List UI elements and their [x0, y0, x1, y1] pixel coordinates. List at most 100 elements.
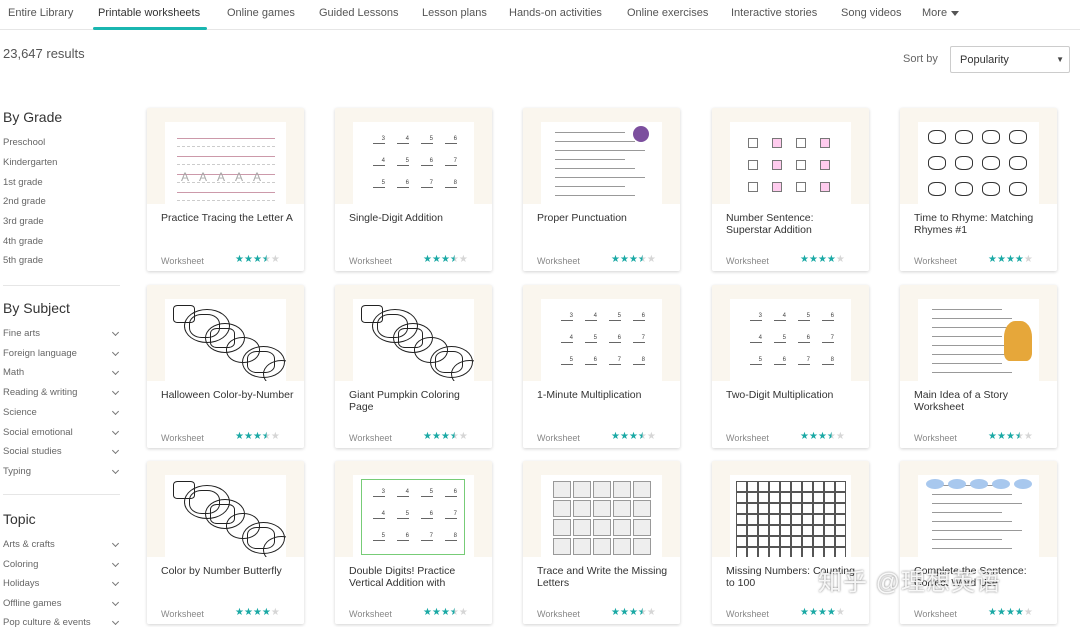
tab-online-games[interactable]: Online games	[227, 7, 295, 19]
subject-item[interactable]: Reading & writing	[3, 387, 120, 398]
topic-item[interactable]: Coloring	[3, 559, 120, 570]
worksheet-card[interactable]: 3 4 5 6 4 5 6 7 5 6 7 8 Two-Digit Multiplication Work…	[712, 285, 869, 448]
results-count: 23,647 results	[3, 46, 85, 61]
subject-item[interactable]: Science	[3, 407, 120, 418]
star-icon: ★	[800, 607, 809, 618]
worksheet-card[interactable]: Color by Number Butterfly Worksheet ★★★★★	[147, 461, 304, 624]
topic-item[interactable]: Holidays	[3, 578, 120, 589]
star-icon: ★	[235, 431, 244, 442]
worksheet-card[interactable]: 3 4 5 6 4 5 6 7 5 6 7 8 1-Minute Multiplication Works…	[523, 285, 680, 448]
star-icon: ★	[1023, 431, 1033, 442]
tab-hands-on-activities[interactable]: Hands-on activities	[509, 7, 602, 19]
subject-item[interactable]: Foreign language	[3, 348, 120, 359]
card-info: Double Digits! Practice Vertical Additio…	[335, 557, 492, 624]
worksheet-thumbnail	[541, 475, 662, 559]
worksheet-card[interactable]: Halloween Color-by-Number Worksheet ★★★★★	[147, 285, 304, 448]
star-icon: ★	[252, 607, 262, 618]
star-icon: ★	[449, 431, 459, 442]
topic-item[interactable]: Arts & crafts	[3, 539, 120, 550]
worksheet-thumbnail	[918, 122, 1039, 206]
tab-entire-library[interactable]: Entire Library	[8, 7, 73, 19]
star-icon: ★	[449, 254, 459, 265]
star-icon: ★	[637, 607, 647, 618]
worksheet-card[interactable]: Proper Punctuation Worksheet ★★★★★	[523, 108, 680, 271]
worksheet-card[interactable]: Complete the Sentence: Correct Word Use W…	[900, 461, 1057, 624]
worksheet-thumbnail	[730, 122, 851, 206]
grade-item[interactable]: Kindergarten	[3, 157, 118, 168]
card-info: Practice Tracing the Letter A Worksheet ★★…	[147, 204, 304, 271]
star-icon: ★	[1014, 431, 1024, 442]
star-icon: ★	[1014, 254, 1024, 265]
star-icon: ★	[628, 431, 638, 442]
topic-item[interactable]: Pop culture & events	[3, 617, 120, 627]
worksheet-card[interactable]: 3 4 5 6 4 5 6 7 5 6 7 8 Double Digits! Practice Vert…	[335, 461, 492, 624]
subject-item[interactable]: Fine arts	[3, 328, 120, 339]
star-icon: ★	[637, 254, 647, 265]
star-icon: ★	[1014, 607, 1024, 618]
chevron-down-icon	[111, 559, 120, 568]
tab-interactive-stories[interactable]: Interactive stories	[731, 7, 817, 19]
star-icon: ★	[826, 254, 836, 265]
star-icon: ★	[628, 607, 638, 618]
tab-guided-lessons[interactable]: Guided Lessons	[319, 7, 399, 19]
worksheet-card[interactable]: A A A A A Practice Tracing the Letter A Worksh…	[147, 108, 304, 271]
card-title: Number Sentence: Superstar Addition	[726, 212, 814, 236]
rating-stars: ★★★★★	[988, 431, 1033, 442]
subject-item[interactable]: Typing	[3, 466, 120, 477]
grade-item[interactable]: Preschool	[3, 137, 118, 148]
worksheet-card[interactable]: Missing Numbers: Counting to 100 Workshee…	[712, 461, 869, 624]
star-icon: ★	[619, 254, 629, 265]
topic-item[interactable]: Offline games	[3, 598, 120, 609]
star-icon: ★	[458, 431, 468, 442]
card-type: Worksheet	[537, 433, 580, 443]
tab-online-exercises[interactable]: Online exercises	[627, 7, 708, 19]
rating-stars: ★★★★★	[611, 607, 656, 618]
tab-song-videos[interactable]: Song videos	[841, 7, 902, 19]
card-title: Double Digits! Practice Vertical Additio…	[349, 565, 456, 589]
card-type: Worksheet	[726, 433, 769, 443]
card-info: Single-Digit Addition Worksheet ★★★★★	[335, 204, 492, 271]
star-icon: ★	[235, 607, 244, 618]
star-icon: ★	[261, 607, 271, 618]
worksheet-card[interactable]: Main Idea of a Story Worksheet Worksheet ★…	[900, 285, 1057, 448]
grade-item[interactable]: 3rd grade	[3, 216, 118, 227]
worksheet-card[interactable]: Giant Pumpkin Coloring Page Worksheet ★★★★…	[335, 285, 492, 448]
worksheet-card[interactable]: Time to Rhyme: Matching Rhymes #1 Workshe…	[900, 108, 1057, 271]
grade-item[interactable]: 1st grade	[3, 177, 118, 188]
subject-item[interactable]: Social studies	[3, 446, 120, 457]
worksheet-card[interactable]: Number Sentence: Superstar Addition Works…	[712, 108, 869, 271]
subject-item[interactable]: Math	[3, 367, 120, 378]
subject-label: Science	[3, 407, 37, 418]
card-info: Time to Rhyme: Matching Rhymes #1 Workshe…	[900, 204, 1057, 271]
worksheet-thumbnail	[165, 475, 286, 559]
star-icon: ★	[261, 254, 271, 265]
grade-item[interactable]: 4th grade	[3, 236, 118, 247]
card-info: Main Idea of a Story Worksheet Worksheet ★…	[900, 381, 1057, 448]
subject-item[interactable]: Social emotional	[3, 427, 120, 438]
star-icon: ★	[628, 254, 638, 265]
grade-item[interactable]: 5th grade	[3, 255, 118, 266]
star-icon: ★	[243, 607, 253, 618]
rating-stars: ★★★★★	[800, 607, 845, 618]
star-icon: ★	[252, 254, 262, 265]
tab-more[interactable]: More	[922, 7, 960, 19]
star-icon: ★	[988, 431, 997, 442]
rating-stars: ★★★★★	[988, 607, 1033, 618]
chevron-down-icon	[111, 387, 120, 396]
grade-item[interactable]: 2nd grade	[3, 196, 118, 207]
tab-printable-worksheets[interactable]: Printable worksheets	[98, 7, 200, 19]
star-icon: ★	[261, 431, 271, 442]
caret-down-icon	[951, 10, 960, 16]
sidebar-divider	[3, 285, 120, 286]
chevron-down-icon	[111, 598, 120, 607]
worksheet-card[interactable]: Trace and Write the Missing Letters Works…	[523, 461, 680, 624]
sort-select[interactable]: Popularity ▼	[950, 46, 1070, 73]
rating-stars: ★★★★★	[611, 431, 656, 442]
tab-lesson-plans[interactable]: Lesson plans	[422, 7, 487, 19]
star-icon: ★	[449, 607, 459, 618]
card-type: Worksheet	[537, 609, 580, 619]
sort-by-label: Sort by	[903, 53, 938, 65]
worksheet-card[interactable]: 3 4 5 6 4 5 6 7 5 6 7 8 Single-Digit Addition Workshe…	[335, 108, 492, 271]
star-icon: ★	[646, 607, 656, 618]
subject-label: Fine arts	[3, 328, 40, 339]
